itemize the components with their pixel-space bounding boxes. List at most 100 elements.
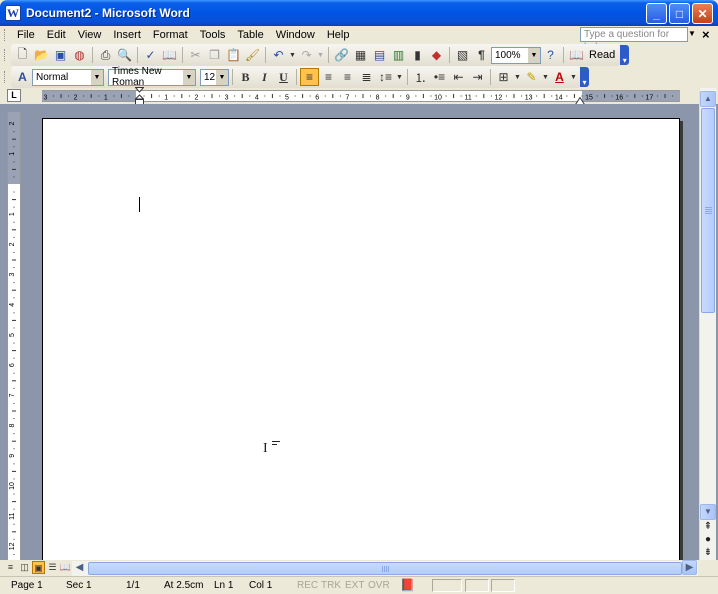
vertical-ruler[interactable]: 2 1 1 2 3 4 5 6 7 8 9 10 11 12 xyxy=(7,112,21,560)
menubar-grip[interactable] xyxy=(4,29,7,41)
bullets-icon[interactable]: •≡ xyxy=(430,68,449,86)
vertical-scrollbar[interactable]: ▲ ▼ ⇞ ● ⇟ xyxy=(699,88,716,560)
minimize-button[interactable]: _ xyxy=(646,3,667,24)
cut-icon[interactable]: ✂ xyxy=(186,46,205,64)
hyperlink-icon[interactable]: 🔗 xyxy=(332,46,351,64)
font-size-select[interactable]: 12 ▼ xyxy=(200,68,229,86)
insert-table-icon[interactable]: ▤ xyxy=(370,46,389,64)
print-preview-icon[interactable]: 🔍 xyxy=(115,46,134,64)
underline-button[interactable]: U xyxy=(274,68,293,86)
zoom-dropdown-icon[interactable]: ▼ xyxy=(528,47,540,63)
copy-icon[interactable]: ❐ xyxy=(205,46,224,64)
decrease-indent-icon[interactable]: ⇤ xyxy=(449,68,468,86)
highlight-icon[interactable]: ✎ xyxy=(522,68,541,86)
align-left-icon[interactable]: ≡ xyxy=(300,68,319,86)
show-hide-icon[interactable]: ¶ xyxy=(472,46,491,64)
read-button[interactable]: Read xyxy=(586,49,618,61)
spelling-icon[interactable]: ✓ xyxy=(141,46,160,64)
tables-borders-icon[interactable]: ▦ xyxy=(351,46,370,64)
columns-icon[interactable]: ▮ xyxy=(408,46,427,64)
next-page-icon[interactable]: ⇟ xyxy=(700,546,716,559)
toolbar-grip[interactable] xyxy=(4,71,7,83)
undo-icon[interactable]: ↶ xyxy=(269,46,288,64)
font-size-dropdown-icon[interactable]: ▼ xyxy=(216,69,228,85)
justify-icon[interactable]: ≣ xyxy=(357,68,376,86)
style-dropdown-icon[interactable]: ▼ xyxy=(91,69,103,85)
font-color-icon[interactable]: A xyxy=(550,68,569,86)
font-dropdown-icon[interactable]: ▼ xyxy=(183,69,195,85)
maximize-button[interactable]: □ xyxy=(669,3,690,24)
spelling-status-icon[interactable]: 📕 xyxy=(400,578,415,592)
reading-layout-icon[interactable]: 📖 xyxy=(59,561,72,574)
highlight-dropdown-icon[interactable]: ▼ xyxy=(541,68,550,86)
italic-button[interactable]: I xyxy=(255,68,274,86)
style-select[interactable]: Normal ▼ xyxy=(32,68,104,86)
excel-icon[interactable]: ▥ xyxy=(389,46,408,64)
web-layout-icon[interactable]: ◫ xyxy=(18,561,31,574)
scroll-left-button[interactable]: ◀ xyxy=(72,561,87,576)
status-trk[interactable]: TRK xyxy=(321,580,341,591)
font-select[interactable]: Times New Roman ▼ xyxy=(108,66,196,88)
bold-button[interactable]: B xyxy=(236,68,255,86)
scroll-down-button[interactable]: ▼ xyxy=(700,504,716,520)
redo-dropdown-icon[interactable]: ▼ xyxy=(316,46,325,64)
numbering-icon[interactable]: ⒈ xyxy=(411,68,430,86)
status-ovr[interactable]: OVR xyxy=(368,580,390,591)
menu-view[interactable]: View xyxy=(72,26,108,44)
save-icon[interactable]: ▣ xyxy=(51,46,70,64)
styles-pane-icon[interactable]: A xyxy=(13,68,32,86)
document-page[interactable]: I xyxy=(42,118,680,560)
word-app-icon[interactable]: W xyxy=(5,5,21,21)
research-icon[interactable]: 📖 xyxy=(160,46,179,64)
menu-window[interactable]: Window xyxy=(270,26,321,44)
toolbar-options-icon[interactable]: ▾ xyxy=(580,67,589,87)
tab-selector[interactable]: L xyxy=(7,89,21,102)
vertical-scroll-thumb[interactable] xyxy=(701,108,715,313)
scroll-right-button[interactable]: ▶ xyxy=(682,560,697,575)
borders-icon[interactable]: ⊞ xyxy=(494,68,513,86)
undo-dropdown-icon[interactable]: ▼ xyxy=(288,46,297,64)
normal-view-icon[interactable]: ≡ xyxy=(4,561,17,574)
document-map-icon[interactable]: ▧ xyxy=(453,46,472,64)
help-search-input[interactable]: Type a question for help xyxy=(580,27,688,53)
redo-icon[interactable]: ↷ xyxy=(297,46,316,64)
close-button[interactable]: ✕ xyxy=(692,3,713,24)
menu-insert[interactable]: Insert xyxy=(107,26,147,44)
menu-file[interactable]: File xyxy=(11,26,41,44)
paste-icon[interactable]: 📋 xyxy=(224,46,243,64)
toolbar-grip[interactable] xyxy=(4,49,7,61)
horizontal-scrollbar[interactable]: ◀ xyxy=(72,561,698,576)
menu-tools[interactable]: Tools xyxy=(194,26,232,44)
align-center-icon[interactable]: ≡ xyxy=(319,68,338,86)
scroll-up-button[interactable]: ▲ xyxy=(700,91,716,107)
font-color-dropdown-icon[interactable]: ▼ xyxy=(569,68,578,86)
menu-edit[interactable]: Edit xyxy=(41,26,72,44)
help-dropdown-icon[interactable]: ▼ xyxy=(688,29,696,38)
status-rec[interactable]: REC xyxy=(297,580,318,591)
menu-help[interactable]: Help xyxy=(321,26,356,44)
drawing-icon[interactable]: ◆ xyxy=(427,46,446,64)
line-spacing-icon[interactable]: ↕≡ xyxy=(376,68,395,86)
first-line-indent-marker[interactable] xyxy=(135,87,144,105)
menu-format[interactable]: Format xyxy=(147,26,194,44)
select-browse-object-icon[interactable]: ● xyxy=(700,533,716,546)
new-icon[interactable]: 🗋 xyxy=(13,46,32,64)
zoom-select[interactable]: 100% ▼ xyxy=(491,46,541,64)
previous-page-icon[interactable]: ⇞ xyxy=(700,520,716,533)
toolbar-options-icon[interactable]: ▾ xyxy=(620,45,630,65)
line-spacing-dropdown-icon[interactable]: ▼ xyxy=(395,68,404,86)
outline-view-icon[interactable]: ☰ xyxy=(46,561,59,574)
borders-dropdown-icon[interactable]: ▼ xyxy=(513,68,522,86)
align-right-icon[interactable]: ≡ xyxy=(338,68,357,86)
close-document-button[interactable]: × xyxy=(702,26,710,44)
status-ext[interactable]: EXT xyxy=(345,580,364,591)
menu-table[interactable]: Table xyxy=(231,26,269,44)
permission-icon[interactable]: ◍ xyxy=(70,46,89,64)
horizontal-scroll-thumb[interactable] xyxy=(88,562,682,575)
open-icon[interactable]: 📂 xyxy=(32,46,51,64)
increase-indent-icon[interactable]: ⇥ xyxy=(468,68,487,86)
print-layout-icon[interactable]: ▣ xyxy=(32,561,45,574)
format-painter-icon[interactable]: 🖌 xyxy=(243,46,262,64)
print-icon[interactable]: ⎙ xyxy=(96,46,115,64)
help-icon[interactable]: ? xyxy=(541,46,560,64)
